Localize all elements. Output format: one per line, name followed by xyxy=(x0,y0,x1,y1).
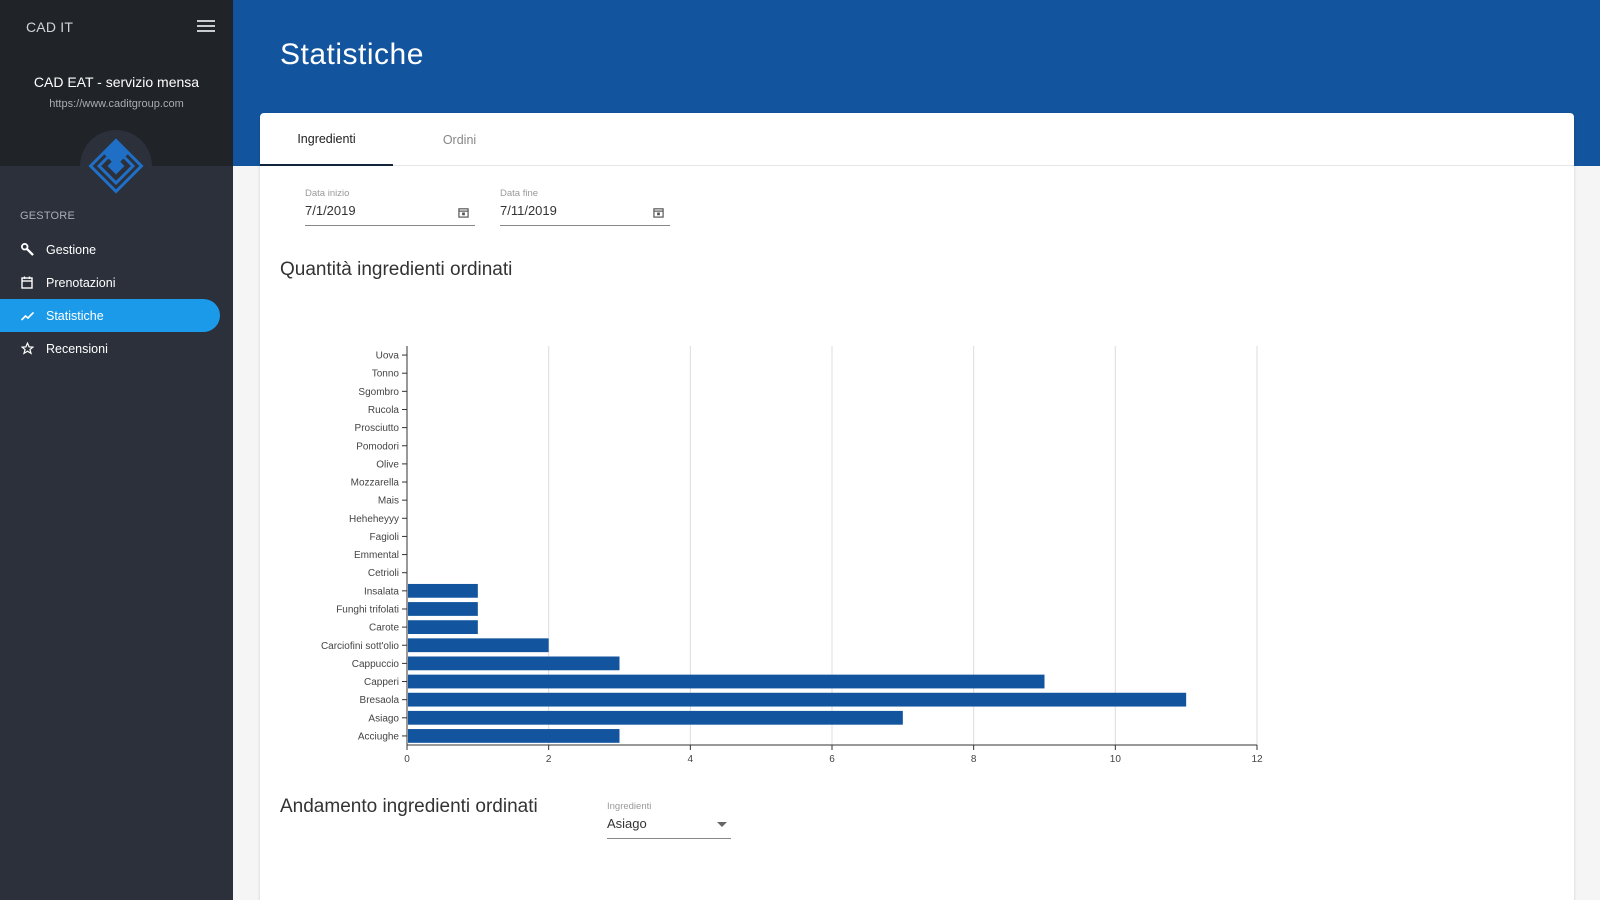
y-tick-label: Capperi xyxy=(364,677,399,688)
y-tick-label: Funghi trifolati xyxy=(336,604,399,615)
start-date-label: Data inizio xyxy=(305,188,350,199)
bar xyxy=(408,656,620,671)
tab-ordini[interactable]: Ordini xyxy=(393,113,526,166)
nav-section-label: GESTORE xyxy=(20,210,75,222)
brand-name: CAD IT xyxy=(26,19,74,35)
bar xyxy=(408,692,1187,707)
bar xyxy=(408,583,478,598)
y-tick-label: Heheheyyy xyxy=(349,514,399,525)
ingredients-bar-chart: Uova Tonno Sgombro Rucola Prosciutto Pomodori… xyxy=(321,346,1263,765)
y-tick-label: Mais xyxy=(378,496,399,507)
y-tick-label: Carote xyxy=(369,623,399,634)
y-tick-label: Rucola xyxy=(368,405,400,416)
quantity-chart-title: Quantità ingredienti ordinati xyxy=(280,259,513,280)
start-date-field[interactable]: Data inizio 7/1/2019 xyxy=(305,188,475,226)
calendar-icon[interactable] xyxy=(653,205,664,223)
sidebar-item-prenotazioni[interactable]: Prenotazioni xyxy=(0,266,233,299)
y-tick-label: Prosciutto xyxy=(355,423,400,434)
bar xyxy=(408,602,478,616)
sidebar-nav: Gestione Prenotazioni Statistiche Recens… xyxy=(0,233,233,365)
bar xyxy=(408,638,549,653)
statistics-card: Ingredienti Ordini Data inizio 7/1/2019 … xyxy=(260,113,1574,900)
y-tick-label: Emmental xyxy=(354,550,399,561)
ingredient-select[interactable]: Ingredienti Asiago xyxy=(607,801,731,839)
sidebar: CAD IT CAD EAT - servizio mensa https://… xyxy=(0,0,233,900)
y-tick-label: Insalata xyxy=(364,586,399,597)
page-title: Statistiche xyxy=(280,38,424,71)
x-tick-label: 2 xyxy=(546,754,552,765)
wrench-icon xyxy=(20,243,34,257)
x-tick-label: 8 xyxy=(971,754,977,765)
app-url[interactable]: https://www.caditgroup.com xyxy=(0,98,233,110)
ingredient-select-value: Asiago xyxy=(607,816,647,831)
y-tick-label: Cetrioli xyxy=(368,568,399,579)
ingredient-select-label: Ingredienti xyxy=(607,801,652,812)
bar xyxy=(408,710,903,725)
y-tick-label: Fagioli xyxy=(370,532,399,543)
x-tick-label: 0 xyxy=(404,754,410,765)
x-tick-label: 4 xyxy=(688,754,694,765)
sidebar-item-statistiche[interactable]: Statistiche xyxy=(0,299,220,332)
y-tick-label: Tonno xyxy=(372,369,400,380)
company-logo xyxy=(80,130,152,202)
y-tick-label: Asiago xyxy=(368,713,399,724)
x-tick-label: 10 xyxy=(1110,754,1122,765)
sidebar-item-recensioni[interactable]: Recensioni xyxy=(0,332,233,365)
y-tick-label: Acciughe xyxy=(358,731,400,742)
x-tick-label: 12 xyxy=(1251,754,1263,765)
star-icon xyxy=(20,342,34,356)
x-tick-label: 6 xyxy=(829,754,835,765)
sidebar-item-label: Prenotazioni xyxy=(46,275,116,290)
trending-up-icon xyxy=(20,309,34,323)
y-tick-label: Pomodori xyxy=(356,441,399,452)
sidebar-item-label: Statistiche xyxy=(46,308,104,323)
chevron-down-icon xyxy=(717,822,727,827)
app-name: CAD EAT - servizio mensa xyxy=(33,74,200,90)
y-tick-label: Bresaola xyxy=(360,695,400,706)
bar xyxy=(408,620,478,635)
end-date-value: 7/11/2019 xyxy=(500,203,557,218)
calendar-icon xyxy=(20,276,34,290)
sidebar-item-label: Recensioni xyxy=(46,341,108,356)
end-date-field[interactable]: Data fine 7/11/2019 xyxy=(500,188,670,226)
y-tick-label: Sgombro xyxy=(358,387,399,398)
y-tick-label: Uova xyxy=(376,351,400,362)
y-tick-label: Olive xyxy=(376,459,399,470)
y-tick-label: Cappuccio xyxy=(352,659,400,670)
tab-bar: Ingredienti Ordini xyxy=(260,113,1574,166)
tab-ingredienti[interactable]: Ingredienti xyxy=(260,113,393,166)
trend-section-title: Andamento ingredienti ordinati xyxy=(280,796,538,817)
bar xyxy=(408,674,1045,689)
y-tick-label: Mozzarella xyxy=(351,478,400,489)
sidebar-item-label: Gestione xyxy=(46,242,97,257)
end-date-label: Data fine xyxy=(500,188,539,199)
y-tick-label: Carciofini sott'olio xyxy=(321,641,399,652)
calendar-icon[interactable] xyxy=(458,205,469,223)
bar xyxy=(408,729,620,743)
sidebar-item-gestione[interactable]: Gestione xyxy=(0,233,233,266)
start-date-value: 7/1/2019 xyxy=(305,203,356,218)
hamburger-menu-icon[interactable] xyxy=(197,20,215,34)
